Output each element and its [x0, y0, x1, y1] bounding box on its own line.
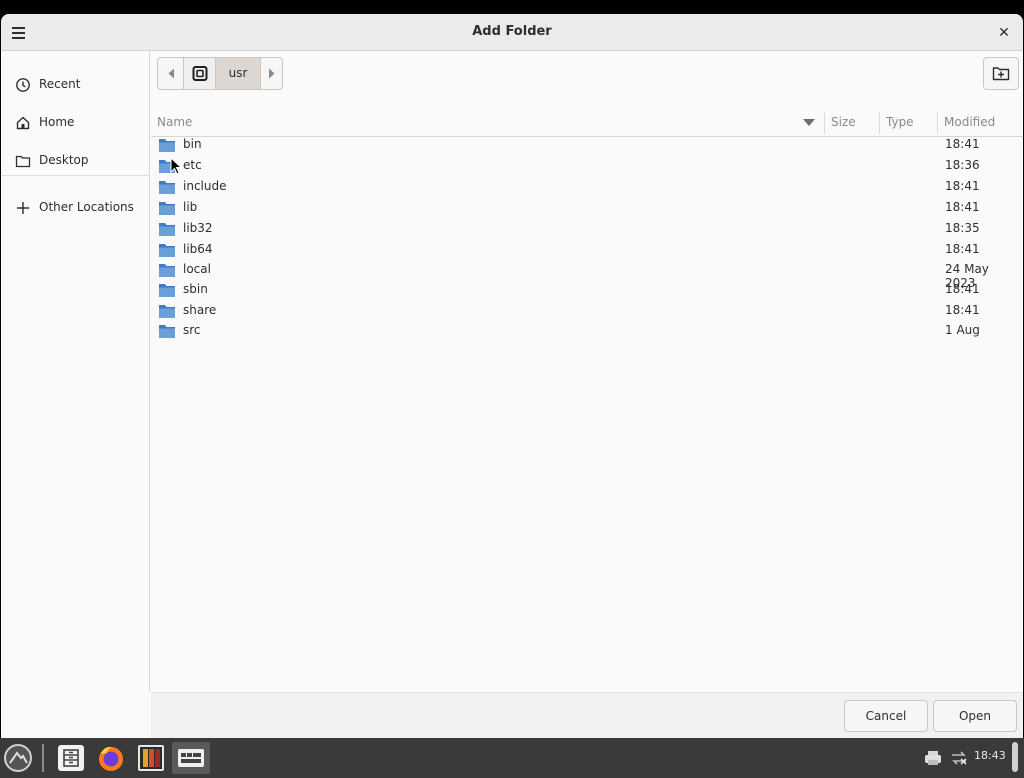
- sidebar-item-label: Other Locations: [39, 200, 134, 214]
- file-name: bin: [183, 137, 202, 151]
- file-name: sbin: [183, 282, 208, 296]
- taskbar-separator: [42, 744, 44, 772]
- file-modified: 18:35: [945, 221, 980, 235]
- table-row[interactable]: local 24 May 2023: [151, 260, 1023, 290]
- home-icon: [16, 116, 30, 130]
- file-modified: 18:41: [945, 200, 980, 214]
- mouse-cursor-icon: [170, 157, 182, 175]
- dialog-title: Add Folder: [472, 24, 552, 39]
- file-name: src: [183, 323, 201, 337]
- table-row[interactable]: lib 18:41: [151, 198, 1023, 219]
- path-forward-button[interactable]: [260, 58, 282, 89]
- file-list-header: Name Size Type Modified: [151, 110, 1023, 137]
- table-row[interactable]: sbin 18:41: [151, 280, 1023, 301]
- chevron-right-icon: [269, 68, 275, 79]
- folder-icon: [159, 181, 175, 194]
- open-button[interactable]: Open: [933, 700, 1017, 732]
- column-header-size[interactable]: Size: [831, 115, 856, 129]
- file-modified: 18:41: [945, 242, 980, 256]
- sidebar-item-desktop[interactable]: Desktop: [1, 146, 149, 176]
- path-bar: usr: [157, 57, 283, 90]
- column-header-name[interactable]: Name: [157, 115, 192, 129]
- file-manager-icon[interactable]: [55, 742, 87, 774]
- app-menu-icon[interactable]: [2, 742, 34, 774]
- folder-icon: [159, 244, 175, 257]
- table-row[interactable]: lib64 18:41: [151, 240, 1023, 261]
- table-row[interactable]: bin 18:41: [151, 135, 1023, 156]
- folder-icon: [159, 139, 175, 152]
- table-row[interactable]: lib32 18:35: [151, 219, 1023, 240]
- path-back-button[interactable]: [158, 58, 184, 89]
- firefox-icon[interactable]: [95, 742, 127, 774]
- sidebar-item-label: Desktop: [39, 153, 89, 167]
- file-name: lib: [183, 200, 198, 214]
- folder-icon: [15, 155, 31, 168]
- sidebar-item-recent[interactable]: Recent: [1, 70, 149, 100]
- file-modified: 1 Aug: [945, 323, 980, 337]
- app-window-icon: [178, 749, 204, 767]
- drive-icon: [192, 66, 208, 81]
- sidebar-separator: [1, 175, 149, 176]
- table-row[interactable]: share 18:41: [151, 301, 1023, 322]
- show-desktop-handle[interactable]: [1012, 742, 1018, 772]
- folder-icon: [159, 202, 175, 215]
- table-row[interactable]: src 1 Aug: [151, 321, 1023, 342]
- column-divider: [937, 112, 938, 134]
- presentation-app-icon[interactable]: [135, 742, 167, 774]
- close-icon[interactable]: ✕: [993, 22, 1015, 44]
- folder-icon: [159, 223, 175, 236]
- folder-icon: [159, 284, 175, 297]
- column-header-modified[interactable]: Modified: [944, 115, 995, 129]
- new-folder-icon: [992, 67, 1010, 81]
- plus-icon: [17, 202, 29, 214]
- printer-icon[interactable]: [924, 749, 942, 767]
- file-name: lib64: [183, 242, 213, 256]
- dialog-footer: Cancel Open: [151, 692, 1023, 738]
- file-name: include: [183, 179, 227, 193]
- sidebar-item-label: Home: [39, 115, 75, 129]
- cancel-button[interactable]: Cancel: [844, 700, 928, 732]
- file-modified: 18:41: [945, 303, 980, 317]
- title-bar: Add Folder ✕: [1, 14, 1023, 51]
- chevron-left-icon: [168, 68, 174, 79]
- network-disconnected-icon[interactable]: [950, 749, 968, 767]
- file-modified: 18:41: [945, 137, 980, 151]
- toolbar: usr: [151, 51, 1023, 99]
- taskbar-clock: 18:43: [974, 749, 1006, 762]
- file-name: local: [183, 262, 211, 276]
- folder-icon: [159, 325, 175, 338]
- column-divider: [824, 112, 825, 134]
- folder-icon: [159, 305, 175, 318]
- places-sidebar: Recent Home Desktop Other Locations: [1, 51, 150, 692]
- column-divider: [879, 112, 880, 134]
- add-folder-dialog: Add Folder ✕ Recent Home Desktop Other L…: [1, 14, 1023, 738]
- sort-descending-icon[interactable]: [803, 119, 815, 126]
- clock-icon: [16, 78, 30, 92]
- file-name: share: [183, 303, 217, 317]
- table-row[interactable]: include 18:41: [151, 177, 1023, 198]
- file-modified: 18:41: [945, 179, 980, 193]
- new-folder-button[interactable]: [983, 57, 1019, 90]
- file-name: etc: [183, 158, 202, 172]
- sidebar-item-other-locations[interactable]: Other Locations: [1, 193, 149, 223]
- taskbar-active-window[interactable]: [172, 742, 210, 774]
- folder-icon: [159, 264, 175, 277]
- path-segment-usr[interactable]: usr: [216, 58, 260, 89]
- table-row[interactable]: etc 18:36: [151, 156, 1023, 177]
- file-modified: 18:36: [945, 158, 980, 172]
- column-header-type[interactable]: Type: [886, 115, 914, 129]
- taskbar: 18:43: [0, 738, 1024, 778]
- file-modified: 18:41: [945, 282, 980, 296]
- path-root-button[interactable]: [184, 58, 216, 89]
- sidebar-item-label: Recent: [39, 77, 81, 91]
- file-name: lib32: [183, 221, 213, 235]
- sidebar-item-home[interactable]: Home: [1, 108, 149, 138]
